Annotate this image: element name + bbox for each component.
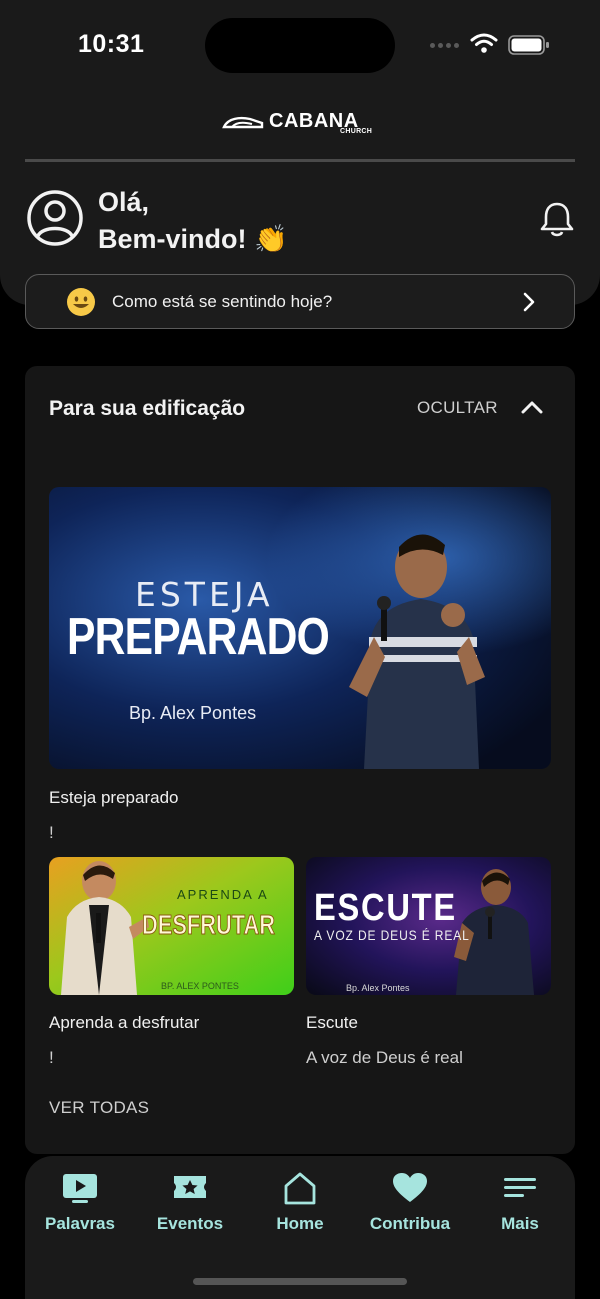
sermon-thumbnail-escute[interactable]: ESCUTE A VOZ DE DEUS É REAL Bp. Alex Pon… (306, 857, 551, 995)
tab-label-contribua: Contribua (369, 1214, 451, 1233)
status-bar: 10:31 (0, 0, 600, 90)
chevron-right-icon (522, 292, 536, 312)
tab-label-home: Home (276, 1214, 324, 1233)
brand-subtitle: CHURCH (340, 128, 373, 135)
sermon-title-escute[interactable]: Escute (306, 1013, 358, 1033)
featured-subtitle: ! (49, 823, 54, 842)
tab-home[interactable]: Home (245, 1170, 355, 1250)
chevron-up-icon[interactable] (521, 399, 543, 415)
home-indicator[interactable] (193, 1278, 407, 1285)
status-time: 10:31 (78, 30, 145, 58)
desfrutar-art-line1: APRENDA A (177, 887, 269, 902)
cellular-signal-icon (430, 41, 462, 49)
sermon-title-desfrutar[interactable]: Aprenda a desfrutar (49, 1013, 199, 1033)
tab-mais[interactable]: Mais (465, 1170, 575, 1250)
home-icon (280, 1170, 320, 1206)
greeting: Olá, Bem-vindo! 👏 (98, 184, 288, 258)
featured-art-speaker: Bp. Alex Pontes (129, 703, 257, 723)
greeting-line2: Bem-vindo! 👏 (98, 224, 288, 254)
greeting-line1: Olá, (98, 187, 150, 217)
wifi-icon (470, 32, 498, 54)
edification-section: Para sua edificação OCULTAR ESTEJA PREPA… (25, 366, 575, 1154)
smiley-icon (66, 287, 96, 317)
tab-label-palavras: Palavras (45, 1214, 115, 1233)
battery-icon (508, 35, 550, 55)
sermon-thumbnail-desfrutar[interactable]: APRENDA A DESFRUTAR BP. ALEX PONTES (49, 857, 294, 995)
notifications-bell-icon[interactable] (539, 200, 575, 238)
header-divider (25, 159, 575, 162)
mood-prompt-text: Como está se sentindo hoje? (112, 292, 333, 311)
featured-title[interactable]: Esteja preparado (49, 788, 178, 808)
tab-palavras[interactable]: Palavras (25, 1170, 135, 1250)
see-all-link[interactable]: VER TODAS (49, 1098, 149, 1118)
sermon-subtitle-desfrutar: ! (49, 1048, 54, 1067)
dynamic-island (205, 18, 395, 73)
tab-contribua[interactable]: Contribua (355, 1170, 465, 1250)
escute-art-line1: ESCUTE (314, 887, 457, 929)
ticket-star-icon (170, 1170, 210, 1206)
sermon-subtitle-escute: A voz de Deus é real (306, 1048, 463, 1067)
hide-section-button[interactable]: OCULTAR (417, 398, 498, 418)
menu-icon (500, 1170, 540, 1206)
desfrutar-art-line2: DESFRUTAR (142, 909, 276, 941)
tab-label-mais: Mais (501, 1214, 539, 1233)
escute-art-speaker: Bp. Alex Pontes (346, 983, 410, 993)
featured-art-line2: PREPARADO (67, 608, 330, 666)
tab-eventos[interactable]: Eventos (135, 1170, 245, 1250)
heart-icon (390, 1170, 430, 1206)
cabana-logo: CABANA CHURCH (222, 110, 380, 138)
user-avatar-icon[interactable] (26, 189, 84, 247)
desfrutar-art-speaker: BP. ALEX PONTES (161, 981, 239, 991)
section-title: Para sua edificação (49, 397, 246, 420)
escute-art-line2: A VOZ DE DEUS É REAL (314, 927, 470, 943)
mood-prompt-button[interactable]: Como está se sentindo hoje? (25, 274, 575, 329)
tab-label-eventos: Eventos (156, 1214, 224, 1233)
featured-sermon-thumbnail[interactable]: ESTEJA PREPARADO Bp. Alex Pontes (49, 487, 551, 769)
play-screen-icon (60, 1170, 100, 1206)
